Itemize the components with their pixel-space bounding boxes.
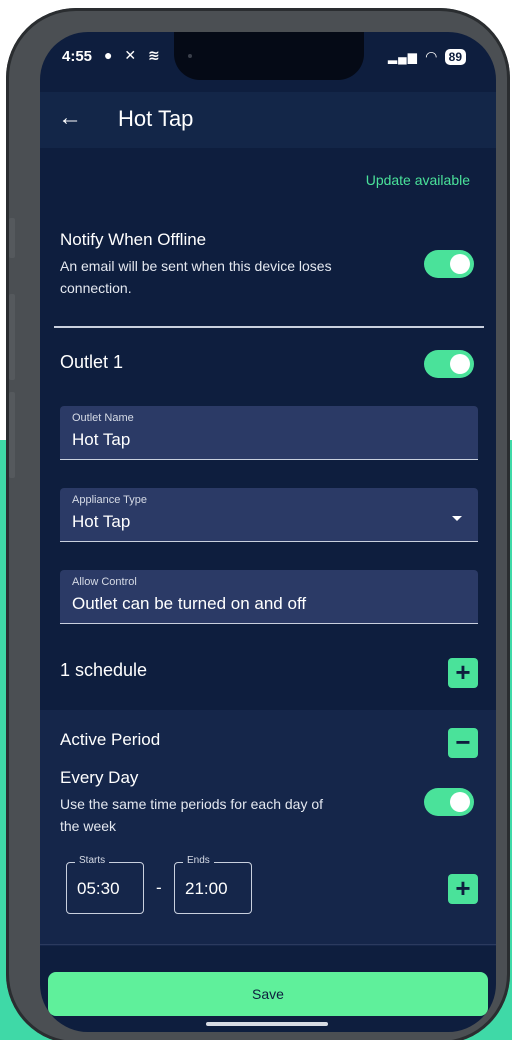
toggle-knob — [450, 792, 470, 812]
outlet-name-field[interactable]: Outlet Name Hot Tap — [60, 406, 478, 460]
appliance-type-value: Hot Tap — [72, 512, 131, 531]
every-day-title: Every Day — [60, 768, 139, 787]
toggle-knob — [450, 254, 470, 274]
section-divider — [54, 326, 484, 328]
ends-value: 21:00 — [185, 879, 228, 898]
wifi-icon: ◠ — [425, 48, 437, 64]
back-arrow-icon[interactable]: ← — [58, 104, 82, 132]
appliance-type-label: Appliance Type — [72, 494, 148, 506]
outlet-name-value: Hot Tap — [72, 430, 131, 449]
allow-control-label: Allow Control — [72, 576, 137, 588]
notification-icons: ● ✕ ≋ — [104, 47, 164, 63]
starts-time-field[interactable]: Starts 05:30 — [66, 855, 144, 914]
every-day-desc-1: Use the same time periods for each day o… — [60, 796, 324, 812]
phone-frame: 4:55 ● ✕ ≋ ▂▄▆ ◠ 89 ← Hot Tap Update ava… — [6, 8, 510, 1040]
allow-control-value: Outlet can be turned on and off — [72, 594, 307, 613]
page-title: Hot Tap — [118, 106, 194, 131]
remove-period-button[interactable]: − — [448, 728, 478, 758]
volume-up-button — [9, 294, 15, 380]
notify-offline-desc-1: An email will be sent when this device l… — [60, 258, 332, 274]
save-button[interactable]: Save — [48, 972, 488, 1016]
active-period-panel: Active Period − Every Day Use the same t… — [40, 710, 496, 946]
notify-offline-title: Notify When Offline — [60, 230, 207, 249]
update-available-link[interactable]: Update available — [366, 172, 470, 188]
allow-control-select[interactable]: Allow Control Outlet can be turned on an… — [60, 570, 478, 624]
status-bar: 4:55 ● ✕ ≋ ▂▄▆ ◠ 89 — [40, 46, 496, 72]
toggle-knob — [450, 354, 470, 374]
add-time-period-button[interactable]: + — [448, 874, 478, 904]
home-indicator — [206, 1022, 328, 1026]
phone-screen: 4:55 ● ✕ ≋ ▂▄▆ ◠ 89 ← Hot Tap Update ava… — [40, 32, 496, 1032]
panel-divider — [40, 944, 496, 945]
app-bar: ← Hot Tap — [40, 92, 496, 148]
status-right: ▂▄▆ ◠ 89 — [388, 48, 466, 65]
every-day-desc-2: the week — [60, 818, 117, 834]
volume-down-button — [9, 392, 15, 478]
outlet-title: Outlet 1 — [60, 352, 124, 372]
appliance-type-select[interactable]: Appliance Type Hot Tap — [60, 488, 478, 542]
chevron-down-icon — [452, 516, 462, 521]
notify-offline-desc-2: connection. — [60, 280, 132, 296]
every-day-toggle[interactable] — [424, 788, 474, 816]
add-schedule-button[interactable]: + — [448, 658, 478, 688]
mute-switch — [9, 218, 15, 258]
outlet-toggle[interactable] — [424, 350, 474, 378]
ends-time-field[interactable]: Ends 21:00 — [174, 855, 252, 914]
signal-icon: ▂▄▆ — [387, 49, 418, 64]
active-period-title: Active Period — [60, 730, 161, 749]
time-separator: - — [156, 878, 162, 897]
outlet-name-label: Outlet Name — [72, 412, 134, 424]
starts-label: Starts — [75, 855, 110, 866]
notify-offline-toggle[interactable] — [424, 250, 474, 278]
status-time: 4:55 — [62, 48, 93, 65]
starts-value: 05:30 — [77, 879, 120, 898]
battery-icon: 89 — [444, 48, 466, 65]
ends-label: Ends — [183, 855, 214, 866]
schedule-count: 1 schedule — [60, 660, 148, 680]
